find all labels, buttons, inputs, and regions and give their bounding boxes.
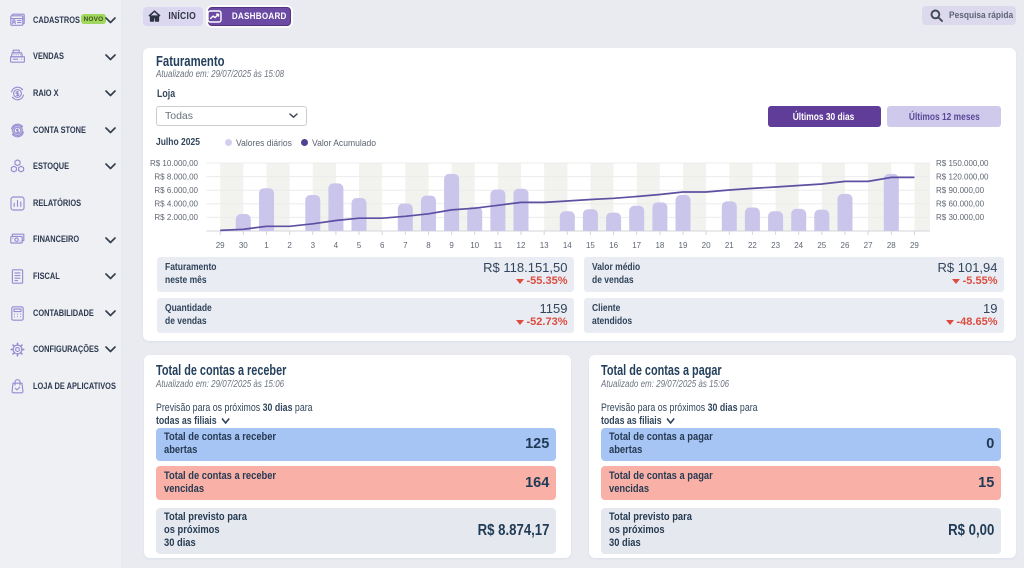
svg-text:R$ 60.000,00: R$ 60.000,00: [936, 200, 985, 209]
svg-text:28: 28: [887, 241, 896, 250]
svg-text:27: 27: [864, 241, 873, 250]
svg-text:R$ 120.000,00: R$ 120.000,00: [936, 172, 989, 181]
svg-text:R$ 2.000,00: R$ 2.000,00: [154, 213, 198, 222]
svg-text:R$ 90.000,00: R$ 90.000,00: [936, 186, 985, 195]
svg-text:6: 6: [380, 241, 385, 250]
svg-text:22: 22: [748, 241, 757, 250]
svg-text:2: 2: [287, 241, 292, 250]
svg-text:24: 24: [794, 241, 803, 250]
svg-text:R$ 10.000,00: R$ 10.000,00: [150, 159, 199, 168]
svg-text:25: 25: [817, 241, 826, 250]
svg-text:30: 30: [239, 241, 248, 250]
svg-text:14: 14: [563, 241, 572, 250]
svg-text:11: 11: [494, 241, 503, 250]
svg-text:13: 13: [540, 241, 549, 250]
svg-text:19: 19: [679, 241, 688, 250]
svg-text:18: 18: [655, 241, 664, 250]
svg-text:9: 9: [449, 241, 454, 250]
svg-text:8: 8: [426, 241, 431, 250]
svg-text:21: 21: [725, 241, 734, 250]
svg-text:26: 26: [841, 241, 850, 250]
svg-text:4: 4: [334, 241, 339, 250]
svg-text:R$ 6.000,00: R$ 6.000,00: [154, 186, 198, 195]
svg-text:R$ 8.000,00: R$ 8.000,00: [154, 172, 198, 181]
svg-text:10: 10: [470, 241, 479, 250]
svg-text:17: 17: [632, 241, 641, 250]
svg-text:16: 16: [609, 241, 618, 250]
svg-text:3: 3: [311, 241, 316, 250]
svg-text:20: 20: [702, 241, 711, 250]
svg-text:12: 12: [517, 241, 526, 250]
svg-text:7: 7: [403, 241, 408, 250]
svg-text:29: 29: [216, 241, 225, 250]
svg-text:23: 23: [771, 241, 780, 250]
svg-text:R$ 4.000,00: R$ 4.000,00: [154, 200, 198, 209]
svg-text:R$ 150.000,00: R$ 150.000,00: [936, 159, 989, 168]
svg-text:5: 5: [357, 241, 362, 250]
svg-text:R$ 30.000,00: R$ 30.000,00: [936, 213, 985, 222]
svg-text:29: 29: [910, 241, 919, 250]
svg-text:15: 15: [586, 241, 595, 250]
svg-text:1: 1: [264, 241, 269, 250]
